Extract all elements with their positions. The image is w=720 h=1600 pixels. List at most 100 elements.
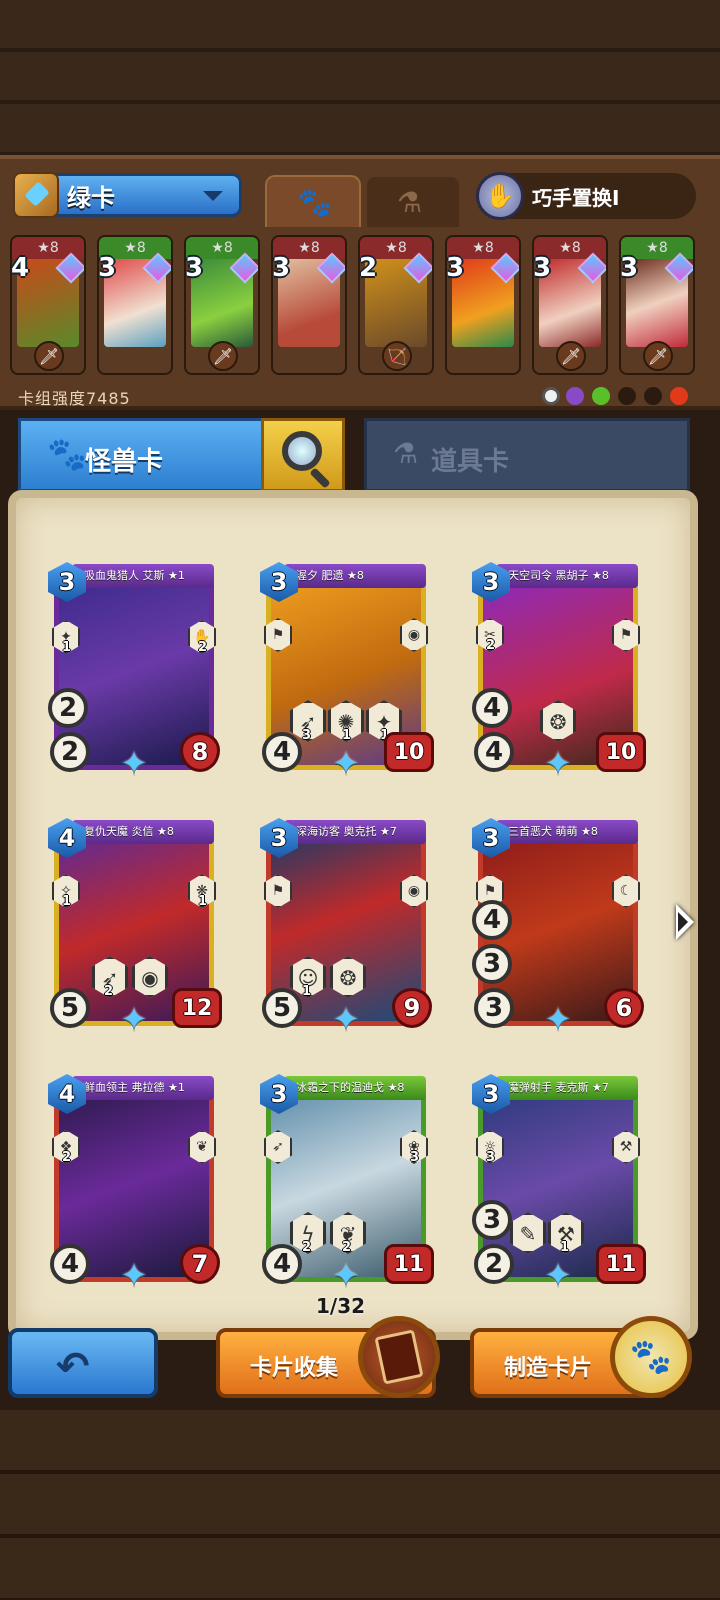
monster-card[interactable]: 鲜血领主 弗拉德 ★1 4 ❖ 2 ❦ 4 ✦ 7 bbox=[48, 1068, 220, 1292]
wood-background-top bbox=[0, 0, 720, 160]
deck-card[interactable]: ★8 3 🗡 bbox=[184, 235, 260, 375]
sword-icon: 🗡 bbox=[643, 341, 673, 371]
card-title: 冰霜之下的温迪戈 ★8 bbox=[284, 1076, 426, 1100]
attack-value: 4 bbox=[474, 732, 514, 772]
card-cost: 4 bbox=[11, 253, 30, 283]
health-value: 11 bbox=[596, 1244, 646, 1284]
rank-star-icon: ✦ bbox=[544, 744, 572, 782]
attack-value: 5 bbox=[262, 988, 302, 1028]
health-value: 12 bbox=[172, 988, 222, 1028]
health-value: 9 bbox=[392, 988, 432, 1028]
monster-card[interactable]: 复仇天魔 炎信 ★8 4 ✧ 1 ❋ 1 ➶ 2 ◉ 5 ✦ 12 bbox=[48, 812, 222, 1036]
ability-value: 2 bbox=[486, 638, 496, 653]
attack-value: 2 bbox=[474, 1244, 514, 1284]
element-dark-icon bbox=[618, 387, 636, 405]
sword-icon: 🗡 bbox=[208, 341, 238, 371]
ability-value: 1 bbox=[302, 984, 312, 999]
tab-monster-deck[interactable]: 🐾 bbox=[265, 175, 361, 227]
attack-value: 4 bbox=[50, 1244, 90, 1284]
range-value: 4 bbox=[472, 900, 512, 940]
search-icon bbox=[282, 431, 322, 471]
potion-paw-icon[interactable]: 🐾 bbox=[610, 1316, 692, 1398]
sword-icon: 🗡 bbox=[34, 341, 64, 371]
rank-star-icon: ✦ bbox=[332, 744, 360, 782]
deck-card[interactable]: ★8 2 🏹 bbox=[358, 235, 434, 375]
tab-item-deck[interactable]: ⚗ bbox=[365, 175, 461, 227]
monster-card[interactable]: 天空司令 黑胡子 ★8 3 ✂ 2 ⚑ 4 ❂ 4 ✦ 10 bbox=[472, 556, 646, 782]
element-arcane-icon bbox=[566, 387, 584, 405]
chevron-down-icon bbox=[203, 191, 223, 201]
monster-card[interactable]: 冰霜之下的温迪戈 ★8 3 ➶ ❀ 3 ϟ 2 ❦ 2 4 ✦ 11 bbox=[260, 1068, 434, 1292]
card-cost: 2 bbox=[359, 253, 378, 283]
ability-value: 1 bbox=[560, 1240, 570, 1255]
deck-card[interactable]: ★8 3 🗡 bbox=[532, 235, 608, 375]
card-title: 三首恶犬 萌萌 ★8 bbox=[496, 820, 638, 844]
card-cost: 3 bbox=[272, 253, 291, 283]
rank-star-icon: ✦ bbox=[332, 1000, 360, 1038]
search-button[interactable] bbox=[261, 418, 345, 492]
card-pack-icon-inner bbox=[374, 1329, 424, 1385]
range-value: 2 bbox=[48, 688, 88, 728]
ability-value: 1 bbox=[62, 894, 72, 909]
card-cost: 3 bbox=[533, 253, 552, 283]
back-arrow-icon: ↶ bbox=[56, 1344, 90, 1390]
deck-card[interactable]: ★8 3 bbox=[97, 235, 173, 375]
monster-card[interactable]: 渥夕 肥遗 ★8 3 ⚑ ◉ ➶ 3 ✺ 1 ✦ 1 4 ✦ 10 bbox=[260, 556, 434, 782]
card-title: 吸血鬼猎人 艾斯 ★1 bbox=[72, 564, 214, 588]
ability-value: 2 bbox=[104, 984, 114, 999]
deck-strength: 卡组强度7485 bbox=[18, 389, 131, 408]
tab-monster-cards[interactable]: 🐾 怪兽卡 bbox=[18, 418, 264, 492]
deck-name: 绿卡 bbox=[67, 183, 115, 212]
deck-card-row: ★8 4 🗡 ★8 3 ★8 3 🗡 ★8 3 ★8 2 🏹 ★8 3 ★8 3… bbox=[10, 235, 710, 375]
element-shadow-icon bbox=[644, 387, 662, 405]
tab-items-label: 道具卡 bbox=[431, 447, 510, 477]
card-title: 天空司令 黑胡子 ★8 bbox=[496, 564, 638, 588]
ability-value: 2 bbox=[302, 1240, 312, 1255]
card-cost: 3 bbox=[446, 253, 465, 283]
range-value: 3 bbox=[472, 1200, 512, 1240]
back-button[interactable]: ↶ bbox=[8, 1328, 158, 1398]
deck-selector[interactable]: 绿卡 bbox=[13, 172, 242, 218]
health-value: 8 bbox=[180, 732, 220, 772]
monster-card[interactable]: 深海访客 奥克托 ★7 3 ⚑ ◉ ☺ 1 ❂ 5 ✦ 9 bbox=[260, 812, 432, 1038]
paw-icon: 🐾 bbox=[297, 186, 332, 219]
potion-icon: ⚗ bbox=[397, 186, 423, 219]
deck-card[interactable]: ★8 4 🗡 bbox=[10, 235, 86, 375]
next-page-arrow[interactable] bbox=[676, 904, 694, 940]
attack-value: 4 bbox=[262, 732, 302, 772]
wood-background-bottom bbox=[0, 1410, 720, 1600]
deck-card[interactable]: ★8 3 🗡 bbox=[619, 235, 695, 375]
skill-swap-label: 巧手置换I bbox=[532, 185, 620, 210]
ability-value: 2 bbox=[198, 640, 208, 655]
range-value: 4 bbox=[472, 688, 512, 728]
card-cost: 3 bbox=[620, 253, 639, 283]
tab-item-cards[interactable]: ⚗ 道具卡 bbox=[364, 418, 690, 492]
range-value: 3 bbox=[472, 944, 512, 984]
attack-value: 3 bbox=[474, 988, 514, 1028]
monster-card[interactable]: 魔弹射手 麦克斯 ★7 3 ☼ 3 ⚒ 3 ✎ ⚒ 1 2 ✦ 11 bbox=[472, 1068, 646, 1292]
skill-swap-button[interactable]: ✋ 巧手置换I bbox=[476, 171, 698, 221]
card-collection-label: 卡片收集 bbox=[250, 1356, 339, 1381]
attack-value: 5 bbox=[50, 988, 90, 1028]
ability-value: 3 bbox=[486, 1150, 496, 1165]
deck-card[interactable]: ★8 3 bbox=[445, 235, 521, 375]
monster-card[interactable]: 三首恶犬 萌萌 ★8 3 ⚑ ☾ 4 3 3 ✦ 6 bbox=[472, 812, 644, 1036]
ability-value: 1 bbox=[342, 728, 352, 743]
health-value: 6 bbox=[604, 988, 644, 1028]
card-title: 渥夕 肥遗 ★8 bbox=[284, 564, 426, 588]
card-pack-icon[interactable] bbox=[358, 1316, 440, 1398]
ability-value: 3 bbox=[302, 728, 312, 743]
paw-icon: 🐾 bbox=[629, 1337, 673, 1377]
health-value: 11 bbox=[384, 1244, 434, 1284]
card-section-tabs: 🐾 怪兽卡 ⚗ 道具卡 bbox=[18, 418, 690, 492]
deck-book-icon bbox=[13, 172, 59, 218]
deck-card[interactable]: ★8 3 bbox=[271, 235, 347, 375]
card-cost: 3 bbox=[98, 253, 117, 283]
monster-card[interactable]: 吸血鬼猎人 艾斯 ★1 3 ✦ 1 ✋ 2 2 2 ✦ 8 bbox=[48, 556, 220, 780]
ability-value: 3 bbox=[410, 1150, 420, 1165]
card-title: 复仇天魔 炎信 ★8 bbox=[72, 820, 214, 844]
hand-avatar-icon: ✋ bbox=[476, 172, 524, 220]
ability-value: 1 bbox=[198, 894, 208, 909]
potion-icon: ⚗ bbox=[393, 437, 419, 470]
page-indicator: 1/32 bbox=[316, 1294, 366, 1318]
